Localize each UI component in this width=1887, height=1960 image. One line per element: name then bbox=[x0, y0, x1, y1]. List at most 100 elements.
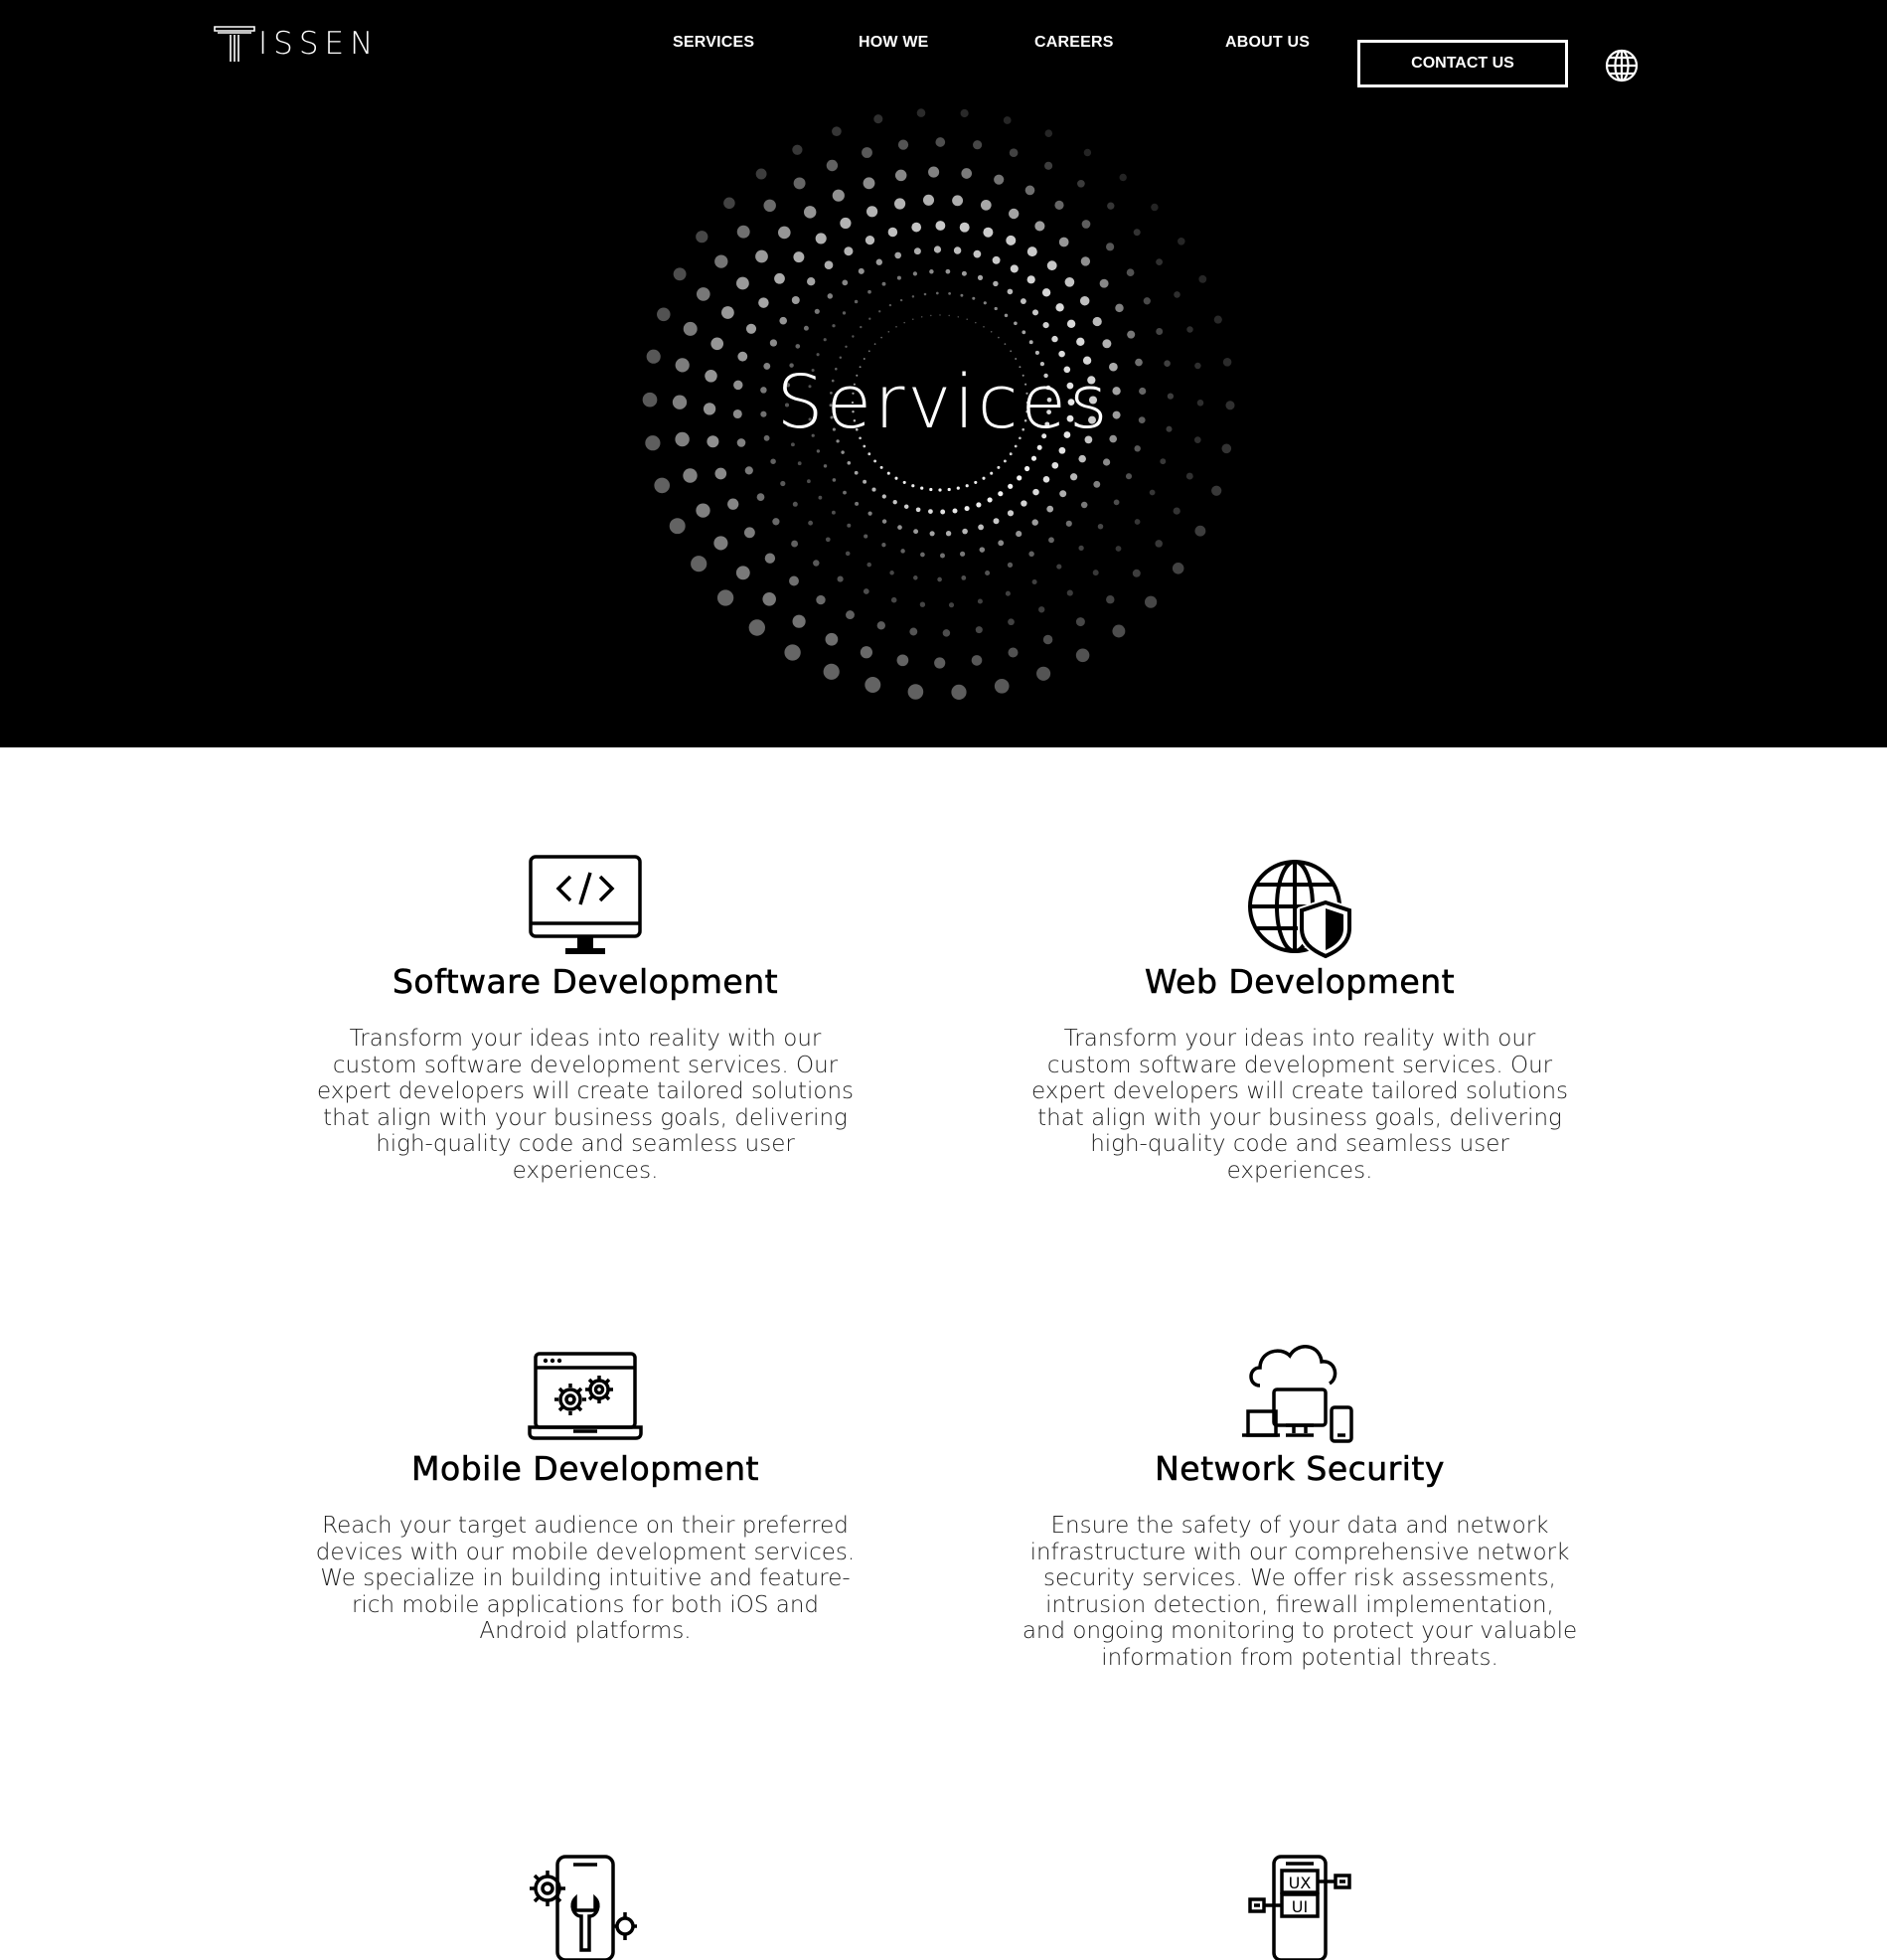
ring-dot bbox=[900, 549, 905, 554]
service-description: Ensure the safety of your data and netwo… bbox=[1022, 1513, 1578, 1671]
ring-dot bbox=[825, 632, 839, 646]
ring-dot bbox=[818, 495, 823, 500]
ring-dot bbox=[1030, 455, 1037, 461]
ring-dot bbox=[977, 274, 984, 280]
ring-dot bbox=[1032, 488, 1039, 496]
contact-us-button[interactable]: CONTACT US bbox=[1357, 40, 1568, 87]
ring-dot bbox=[911, 484, 915, 488]
ring-dot bbox=[1198, 274, 1207, 283]
ring-dot bbox=[1005, 590, 1011, 596]
ring-dot bbox=[1066, 319, 1076, 328]
ring-dot bbox=[1007, 510, 1015, 517]
ring-dot bbox=[1079, 295, 1090, 306]
ring-dot bbox=[888, 303, 892, 307]
ring-dot bbox=[912, 318, 914, 321]
ring-dot bbox=[735, 566, 750, 580]
ring-dot bbox=[975, 626, 983, 634]
page-title: Services bbox=[776, 360, 1111, 445]
ring-dot bbox=[866, 206, 878, 218]
ring-dot bbox=[1051, 461, 1059, 469]
globe-icon[interactable] bbox=[1604, 48, 1640, 83]
ring-dot bbox=[938, 488, 942, 492]
ring-dot bbox=[1059, 490, 1067, 498]
ring-dot bbox=[993, 518, 1000, 525]
ring-dot bbox=[1055, 303, 1064, 312]
service-card-mobile: Mobile Development Reach your target aud… bbox=[287, 1338, 883, 1645]
ring-dot bbox=[1046, 260, 1057, 271]
cloud-devices-icon bbox=[1242, 1345, 1353, 1443]
ring-dot bbox=[823, 464, 828, 468]
ring-dot bbox=[890, 596, 897, 603]
ring-dot bbox=[764, 553, 776, 564]
nav-careers[interactable]: CAREERS bbox=[1034, 34, 1114, 52]
ring-dot bbox=[990, 331, 993, 333]
ring-dot bbox=[978, 524, 984, 531]
ring-dot bbox=[1034, 221, 1045, 232]
ring-dot bbox=[971, 655, 983, 666]
nav-about-us[interactable]: ABOUT US bbox=[1225, 34, 1310, 52]
ring-dot bbox=[1115, 546, 1122, 552]
ring-dot bbox=[863, 588, 869, 594]
ring-dot bbox=[961, 168, 973, 179]
code-monitor-icon bbox=[529, 855, 642, 954]
ring-dot bbox=[1038, 606, 1045, 613]
service-description: Transform your ideas into reality with o… bbox=[1030, 1026, 1569, 1184]
ring-dot bbox=[1031, 309, 1039, 316]
ring-dot bbox=[1031, 519, 1038, 526]
ring-dot bbox=[696, 287, 710, 301]
ring-dot bbox=[915, 507, 921, 513]
ring-dot bbox=[673, 267, 687, 281]
ring-dot bbox=[960, 293, 964, 297]
ring-dot bbox=[935, 291, 939, 295]
ring-dot bbox=[844, 246, 854, 256]
ring-dot bbox=[1160, 458, 1167, 465]
ring-dot bbox=[797, 461, 802, 466]
ring-dot bbox=[929, 269, 934, 274]
ring-dot bbox=[1028, 340, 1033, 345]
ring-dot bbox=[654, 477, 671, 494]
ring-dot bbox=[1048, 537, 1054, 544]
ring-dot bbox=[929, 487, 933, 492]
ring-dot bbox=[973, 140, 983, 150]
ring-dot bbox=[847, 461, 852, 465]
ring-dot bbox=[763, 199, 776, 213]
ring-dot bbox=[1028, 551, 1034, 558]
ring-dot bbox=[998, 540, 1005, 547]
ring-dot bbox=[1014, 321, 1018, 326]
ring-dot bbox=[864, 534, 868, 539]
ring-dot bbox=[816, 594, 826, 605]
ring-dot bbox=[816, 449, 821, 453]
ring-dot bbox=[951, 684, 967, 701]
ring-dot bbox=[792, 501, 798, 507]
ring-dot bbox=[953, 246, 962, 254]
ring-dot bbox=[1156, 328, 1164, 335]
ring-dot bbox=[1119, 173, 1127, 182]
ring-dot bbox=[1133, 229, 1141, 237]
ring-dot bbox=[1056, 564, 1062, 570]
service-card-network: Network Security Ensure the safety of yo… bbox=[1002, 1338, 1598, 1671]
ring-dot bbox=[795, 344, 801, 349]
ring-dot bbox=[855, 501, 860, 506]
ring-dot bbox=[1042, 321, 1049, 329]
nav-services[interactable]: SERVICES bbox=[673, 34, 754, 52]
ring-dot bbox=[974, 480, 978, 484]
ring-dot bbox=[881, 281, 886, 286]
ring-dot bbox=[873, 343, 876, 345]
ring-dot bbox=[736, 276, 749, 290]
ring-dot bbox=[843, 490, 847, 495]
ring-dot bbox=[779, 316, 788, 325]
main-nav: SERVICES HOW WE CAREERS ABOUT US CONTACT… bbox=[0, 20, 1887, 87]
ring-dot bbox=[1003, 116, 1012, 124]
ring-dot bbox=[1042, 634, 1053, 645]
ring-dot bbox=[867, 511, 872, 516]
ring-dot bbox=[881, 519, 887, 524]
ring-dot bbox=[1020, 298, 1026, 305]
ring-dot bbox=[973, 249, 982, 258]
ring-dot bbox=[1051, 335, 1058, 343]
nav-how-we[interactable]: HOW WE bbox=[859, 34, 929, 52]
ring-dot bbox=[959, 551, 966, 557]
ring-dot bbox=[826, 159, 839, 172]
ring-dot bbox=[793, 177, 806, 190]
ring-dot bbox=[1211, 485, 1222, 496]
ring-dot bbox=[929, 531, 935, 537]
